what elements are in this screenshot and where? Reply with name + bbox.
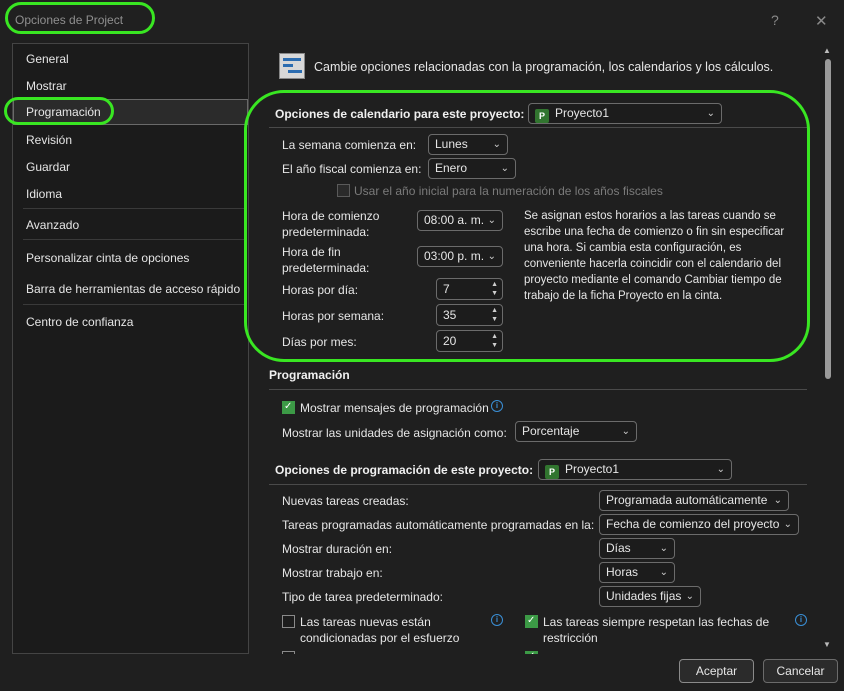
chevron-down-icon: ⌄ — [716, 464, 725, 475]
nav-item-revision[interactable]: Revisión — [13, 127, 248, 153]
duration-label: Mostrar duración en: — [282, 542, 393, 556]
nav-item-centro-confianza[interactable]: Centro de confianza — [13, 309, 248, 335]
nav-item-avanzado[interactable]: Avanzado — [13, 212, 248, 238]
default-end-label: Hora de fin — [282, 245, 341, 259]
chevron-down-icon: ⌄ — [487, 215, 496, 226]
scheduling-project-select[interactable]: P Proyecto1 ⌄ — [538, 459, 732, 480]
section-divider — [269, 389, 807, 390]
title-bar: Opciones de Project ? ✕ — [0, 0, 844, 40]
chevron-down-icon: ⌄ — [706, 108, 715, 119]
nav-item-barra-acceso-rapido[interactable]: Barra de herramientas de acceso rápido — [13, 276, 248, 302]
info-icon[interactable]: i — [491, 614, 503, 626]
ok-button[interactable]: Aceptar — [679, 659, 754, 683]
calendar-description: Se asignan estos horarios a las tareas c… — [524, 210, 785, 302]
chevron-down-icon: ⌄ — [621, 426, 630, 437]
days-per-month-label: Días por mes: — [282, 335, 357, 349]
chevron-down-icon: ⌄ — [783, 519, 792, 530]
scroll-up-icon[interactable]: ▲ — [823, 46, 831, 55]
fiscal-start-label: El año fiscal comienza en: — [282, 162, 422, 176]
project-file-icon: P — [535, 109, 549, 123]
next-option-checkbox[interactable] — [525, 651, 538, 654]
nav-item-programacion[interactable]: Programación — [13, 99, 248, 125]
default-start-time-select[interactable]: 08:00 a. m. ⌄ — [417, 210, 503, 231]
section-divider — [269, 127, 807, 128]
task-type-select[interactable]: Unidades fijas ⌄ — [599, 586, 701, 607]
chevron-down-icon: ⌄ — [659, 567, 668, 578]
chevron-down-icon: ⌄ — [492, 139, 501, 150]
new-tasks-select[interactable]: Programada automáticamente ⌄ — [599, 490, 789, 511]
chevron-down-icon: ⌄ — [659, 543, 668, 554]
scrollbar-thumb[interactable] — [825, 59, 831, 379]
hours-per-day-spinner[interactable]: 7 ▲ ▼ — [436, 278, 503, 300]
content-scrollbar[interactable]: ▲ ▼ — [823, 43, 833, 654]
auto-tasks-select[interactable]: Fecha de comienzo del proyecto ⌄ — [599, 514, 799, 535]
task-type-label: Tipo de tarea predeterminado: — [282, 590, 443, 604]
effort-driven-label-2: condicionadas por el esfuerzo — [300, 631, 460, 645]
spinner-arrows-icon[interactable]: ▲ ▼ — [491, 280, 498, 298]
days-per-month-spinner[interactable]: 20 ▲ ▼ — [436, 330, 503, 352]
window-title: Opciones de Project — [15, 13, 124, 27]
next-option-checkbox[interactable] — [282, 651, 295, 654]
spinner-arrows-icon[interactable]: ▲ ▼ — [491, 306, 498, 324]
show-messages-checkbox[interactable] — [282, 401, 295, 414]
fiscal-start-select[interactable]: Enero ⌄ — [428, 158, 516, 179]
chevron-down-icon: ⌄ — [500, 163, 509, 174]
duration-units-select[interactable]: Días ⌄ — [599, 538, 675, 559]
close-icon[interactable]: ✕ — [815, 12, 828, 30]
chevron-down-icon: ⌄ — [773, 495, 782, 506]
nav-item-guardar[interactable]: Guardar — [13, 154, 248, 180]
options-content: Cambie opciones relacionadas con la prog… — [259, 43, 821, 654]
scheduling-section-title: Programación — [269, 368, 350, 382]
effort-driven-label: Las tareas nuevas están — [300, 615, 431, 629]
show-units-label: Mostrar las unidades de asignación como: — [282, 426, 507, 440]
use-start-year-label: Usar el año inicial para la numeración d… — [354, 184, 663, 198]
use-start-year-checkbox[interactable] — [337, 184, 350, 197]
default-end-label-2: predeterminada: — [282, 261, 370, 275]
nav-separator — [23, 304, 245, 305]
default-start-label: Hora de comienzo — [282, 209, 380, 223]
project-file-icon: P — [545, 465, 559, 479]
default-end-time-select[interactable]: 03:00 p. m. ⌄ — [417, 246, 503, 267]
week-start-label: La semana comienza en: — [282, 138, 417, 152]
assignment-units-select[interactable]: Porcentaje ⌄ — [515, 421, 637, 442]
honor-constraints-checkbox[interactable] — [525, 615, 538, 628]
page-description: Cambie opciones relacionadas con la prog… — [314, 60, 774, 74]
chevron-down-icon: ⌄ — [685, 591, 694, 602]
spinner-arrows-icon[interactable]: ▲ ▼ — [491, 332, 498, 350]
new-tasks-label: Nuevas tareas creadas: — [282, 494, 409, 508]
nav-separator — [23, 239, 245, 240]
nav-separator — [23, 208, 245, 209]
week-start-select[interactable]: Lunes ⌄ — [428, 134, 508, 155]
nav-item-general[interactable]: General — [13, 46, 248, 72]
show-messages-label: Mostrar mensajes de programación — [300, 401, 489, 415]
work-label: Mostrar trabajo en: — [282, 566, 383, 580]
calendar-project-select[interactable]: P Proyecto1 ⌄ — [528, 103, 722, 124]
hours-per-week-spinner[interactable]: 35 ▲ ▼ — [436, 304, 503, 326]
nav-item-idioma[interactable]: Idioma — [13, 181, 248, 207]
nav-item-personalizar-cinta[interactable]: Personalizar cinta de opciones — [13, 245, 248, 271]
section-divider — [269, 484, 807, 485]
calendar-options-title: Opciones de calendario para este proyect… — [275, 107, 525, 121]
options-navigation: General Mostrar Programación Revisión Gu… — [12, 43, 249, 654]
schedule-options-icon — [279, 53, 305, 79]
work-units-select[interactable]: Horas ⌄ — [599, 562, 675, 583]
auto-tasks-label: Tareas programadas automáticamente progr… — [282, 518, 595, 532]
chevron-down-icon: ⌄ — [487, 251, 496, 262]
honor-constraints-label-2: restricción — [543, 631, 598, 645]
cancel-button[interactable]: Cancelar — [763, 659, 838, 683]
project-scheduling-title: Opciones de programación de este proyect… — [275, 463, 534, 477]
nav-item-mostrar[interactable]: Mostrar — [13, 73, 248, 99]
info-icon[interactable]: i — [795, 614, 807, 626]
hours-per-week-label: Horas por semana: — [282, 309, 385, 323]
effort-driven-checkbox[interactable] — [282, 615, 295, 628]
hours-per-day-label: Horas por día: — [282, 283, 359, 297]
scroll-down-icon[interactable]: ▼ — [823, 640, 831, 649]
help-icon[interactable]: ? — [771, 12, 779, 28]
info-icon[interactable]: i — [491, 400, 503, 412]
default-start-label-2: predeterminada: — [282, 225, 370, 239]
honor-constraints-label: Las tareas siempre respetan las fechas d… — [543, 615, 770, 629]
